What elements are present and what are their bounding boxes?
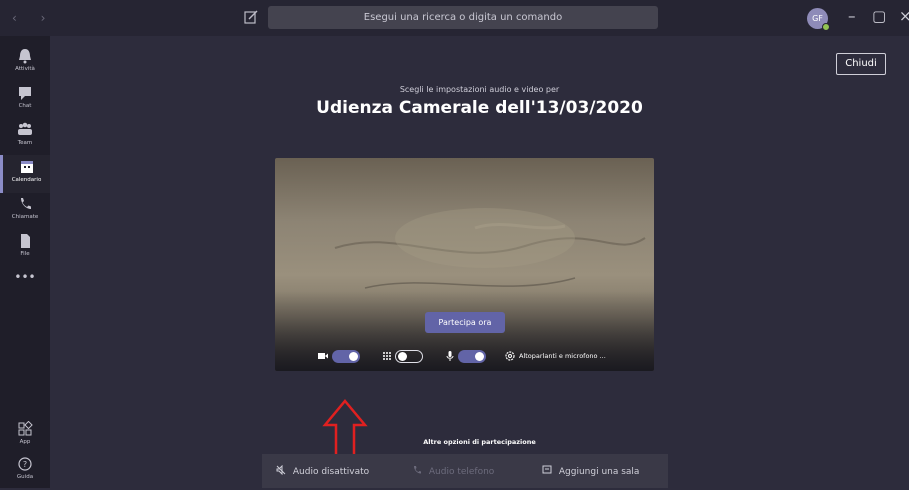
avatar-initials: GF <box>812 14 823 23</box>
rail-item-teams[interactable]: Team <box>0 118 50 156</box>
toggle-knob <box>398 352 407 361</box>
room-icon <box>542 465 552 474</box>
rail-item-activity[interactable]: Attività <box>0 44 50 82</box>
rail-item-label: Attività <box>15 66 35 72</box>
close-button[interactable]: Chiudi <box>836 53 886 75</box>
join-options-bar: Audio disattivato Audio telefono Aggiung… <box>262 454 668 488</box>
microphone-toggle[interactable] <box>458 350 486 363</box>
toggle-knob <box>475 352 484 361</box>
audio-off-label: Audio disattivato <box>292 467 370 477</box>
calendar-icon <box>20 161 33 173</box>
teams-icon <box>18 122 32 135</box>
help-icon: ? <box>18 457 32 471</box>
rail-item-label: Chat <box>18 103 32 109</box>
toggle-knob <box>349 352 358 361</box>
join-now-button[interactable]: Partecipa ora <box>425 312 505 333</box>
gear-icon[interactable] <box>504 350 516 362</box>
file-icon <box>21 234 30 248</box>
device-settings-link[interactable]: Altoparlanti e microfono ... <box>519 352 606 360</box>
prejoin-subtitle: Scegli le impostazioni audio e video per <box>399 85 560 94</box>
search-input[interactable]: Esegui una ricerca o digita un comando <box>268 6 658 29</box>
svg-text:?: ? <box>23 460 27 469</box>
phone-audio-label: Audio telefono <box>428 467 495 477</box>
phone-icon <box>21 198 31 209</box>
camera-toggle[interactable] <box>332 350 360 363</box>
rail-item-label: Team <box>17 140 33 146</box>
app-rail: Attività Chat Team Calendario Chiamate F… <box>0 36 50 488</box>
presence-status-icon <box>822 23 830 31</box>
minimize-icon[interactable]: – <box>848 7 856 25</box>
other-options-title: Altre opzioni di partecipazione <box>423 438 536 446</box>
maximize-icon[interactable]: ▢ <box>872 7 886 25</box>
back-forward-arrows[interactable]: ‹ › <box>12 11 55 25</box>
rail-item-label: App <box>19 439 31 445</box>
rail-item-more[interactable]: ••• <box>0 266 50 304</box>
microphone-icon <box>446 351 454 361</box>
prejoin-panel: Chiudi Scegli le impostazioni audio e vi… <box>50 36 909 488</box>
bell-icon <box>19 49 31 64</box>
rail-item-apps[interactable]: App <box>0 417 50 455</box>
video-preview: Partecipa ora Altoparlanti e microfono .… <box>275 158 654 371</box>
rail-item-calendar[interactable]: Calendario <box>0 155 50 193</box>
rail-item-label: Calendario <box>11 177 42 183</box>
avatar[interactable]: GF <box>807 8 830 31</box>
rail-item-help[interactable]: ? Guida <box>0 452 50 490</box>
rail-item-label: Chiamate <box>11 214 39 220</box>
title-bar: ‹ › Esegui una ricerca o digita un coman… <box>0 0 909 36</box>
audio-off-option[interactable]: Audio disattivato <box>276 464 370 477</box>
camera-icon <box>318 353 328 359</box>
rail-item-files[interactable]: File <box>0 229 50 267</box>
phone-icon <box>414 466 421 474</box>
add-room-label: Aggiungi una sala <box>558 467 640 477</box>
speaker-off-icon <box>276 464 286 476</box>
av-controls: Altoparlanti e microfono ... <box>275 345 654 365</box>
rail-item-label: File <box>20 251 30 257</box>
meeting-title: Udienza Camerale dell'13/03/2020 <box>316 98 643 118</box>
background-blur-toggle[interactable] <box>395 350 423 363</box>
rail-item-label: Guida <box>16 474 34 480</box>
add-room-option[interactable]: Aggiungi una sala <box>542 465 639 477</box>
background-blur-icon <box>383 352 391 360</box>
phone-audio-option[interactable]: Audio telefono <box>412 465 494 477</box>
apps-icon <box>18 421 33 436</box>
chat-icon <box>19 87 31 100</box>
compose-icon[interactable] <box>243 9 259 25</box>
rail-item-chat[interactable]: Chat <box>0 81 50 119</box>
close-window-icon[interactable]: × <box>899 7 909 25</box>
rail-item-calls[interactable]: Chiamate <box>0 192 50 230</box>
more-icon: ••• <box>14 270 36 284</box>
